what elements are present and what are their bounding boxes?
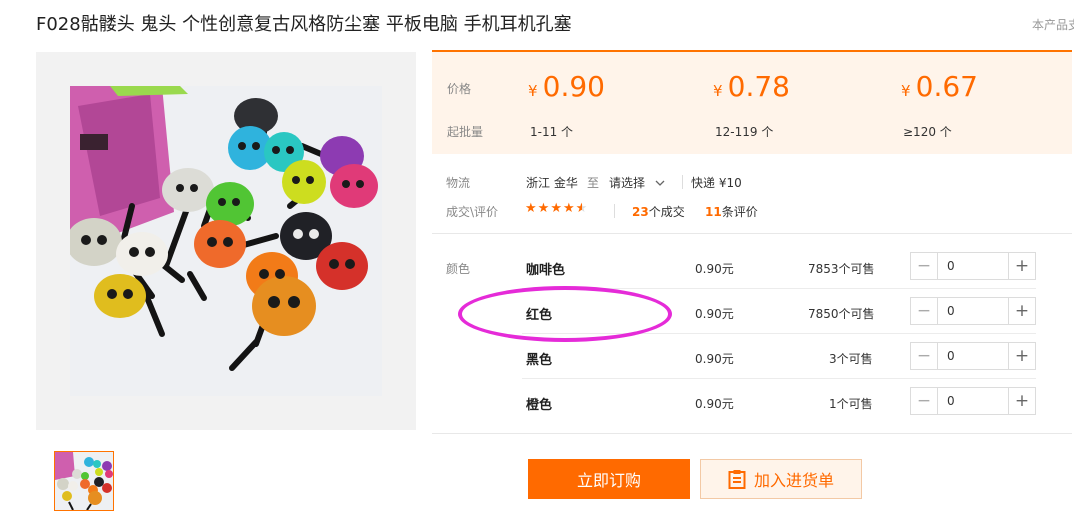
star-icon: ★ <box>525 201 538 216</box>
quantity-stepper: − 0 + <box>910 297 1036 325</box>
option-price: 0.90元 <box>695 397 734 411</box>
divider <box>614 204 615 218</box>
option-stock: 3个可售 <box>829 352 873 366</box>
buy-now-button[interactable]: 立即订购 <box>528 459 690 499</box>
option-name: 咖啡色 <box>526 263 566 278</box>
destination-select[interactable]: 请选择 <box>609 174 665 191</box>
increment-button[interactable]: + <box>1008 253 1035 279</box>
star-icon: ★ <box>550 201 563 216</box>
option-stock: 1个可售 <box>829 397 873 411</box>
section-divider <box>432 233 1072 234</box>
moq-label: 起批量 <box>447 125 484 139</box>
quantity-input[interactable]: 0 <box>938 298 1008 324</box>
review-count: 11 <box>705 205 722 219</box>
top-note: 本产品支 <box>1032 18 1074 32</box>
product-title: F028骷髅头 鬼头 个性创意复古风格防尘塞 平板电脑 手机耳机孔塞 <box>36 14 572 35</box>
increment-button[interactable]: + <box>1008 388 1035 414</box>
logistics-label: 物流 <box>446 176 471 190</box>
chevron-down-icon <box>655 180 665 186</box>
increment-button[interactable]: + <box>1008 298 1035 324</box>
star-icon: ★ <box>562 201 576 216</box>
option-price: 0.90元 <box>695 262 734 276</box>
color-label: 颜色 <box>446 262 471 276</box>
reviews-count-link[interactable]: 11条评价 <box>705 203 758 220</box>
star-icon: ★ <box>537 201 551 216</box>
quantity-stepper: − 0 + <box>910 387 1036 415</box>
option-stock: 7850个可售 <box>808 307 875 321</box>
deals-suffix: 个成交 <box>648 205 685 219</box>
currency-symbol: ¥ <box>713 82 723 100</box>
product-photo <box>70 86 382 396</box>
add-to-cart-button[interactable]: 加入进货单 <box>700 459 862 499</box>
option-stock: 7853个可售 <box>808 262 875 276</box>
price-tier-2: ¥ 0.78 <box>713 70 790 103</box>
quantity-input[interactable]: 0 <box>938 343 1008 369</box>
price-tier-1-value: 0.90 <box>542 70 605 103</box>
quantity-stepper: − 0 + <box>910 342 1036 370</box>
option-name: 黑色 <box>526 353 553 368</box>
section-divider <box>432 433 1072 434</box>
tier-1-range: 1-11 个 <box>530 125 574 139</box>
tier-3-range: ≥120 个 <box>903 125 952 139</box>
thumbnail-image[interactable] <box>54 451 114 511</box>
price-tier-3-value: 0.67 <box>915 70 978 103</box>
shipping-fee: 快递 ¥10 <box>691 176 742 190</box>
option-price: 0.90元 <box>695 307 734 321</box>
increment-button[interactable]: + <box>1008 343 1035 369</box>
clipboard-icon <box>728 470 746 489</box>
divider <box>682 175 683 189</box>
logistics-origin: 浙江 金华 <box>526 176 578 190</box>
deals-label: 成交\评价 <box>446 205 499 219</box>
decrement-button[interactable]: − <box>911 343 938 369</box>
deals-count-link[interactable]: 23个成交 <box>632 203 685 220</box>
price-tier-2-value: 0.78 <box>727 70 790 103</box>
tier-2-range: 12-119 个 <box>715 125 774 139</box>
quantity-input[interactable]: 0 <box>938 253 1008 279</box>
buy-now-label: 立即订购 <box>576 471 641 490</box>
quantity-stepper: − 0 + <box>910 252 1036 280</box>
price-tier-3: ¥ 0.67 <box>901 70 978 103</box>
row-divider <box>522 378 1036 379</box>
rating-stars[interactable]: ★★★★★ <box>525 201 588 216</box>
option-name: 橙色 <box>526 398 553 413</box>
price-tier-1: ¥ 0.90 <box>528 70 605 103</box>
price-label: 价格 <box>447 82 472 96</box>
currency-symbol: ¥ <box>901 82 911 100</box>
review-suffix: 条评价 <box>721 205 758 219</box>
add-to-cart-label: 加入进货单 <box>753 471 834 490</box>
destination-select-value: 请选择 <box>609 176 646 190</box>
half-star-icon: ★ <box>575 201 589 216</box>
currency-symbol: ¥ <box>528 82 538 100</box>
option-price: 0.90元 <box>695 352 734 366</box>
deals-count: 23 <box>632 205 649 219</box>
logistics-to: 至 <box>587 176 600 190</box>
decrement-button[interactable]: − <box>911 298 938 324</box>
decrement-button[interactable]: − <box>911 253 938 279</box>
annotation-circle <box>458 286 672 342</box>
decrement-button[interactable]: − <box>911 388 938 414</box>
quantity-input[interactable]: 0 <box>938 388 1008 414</box>
